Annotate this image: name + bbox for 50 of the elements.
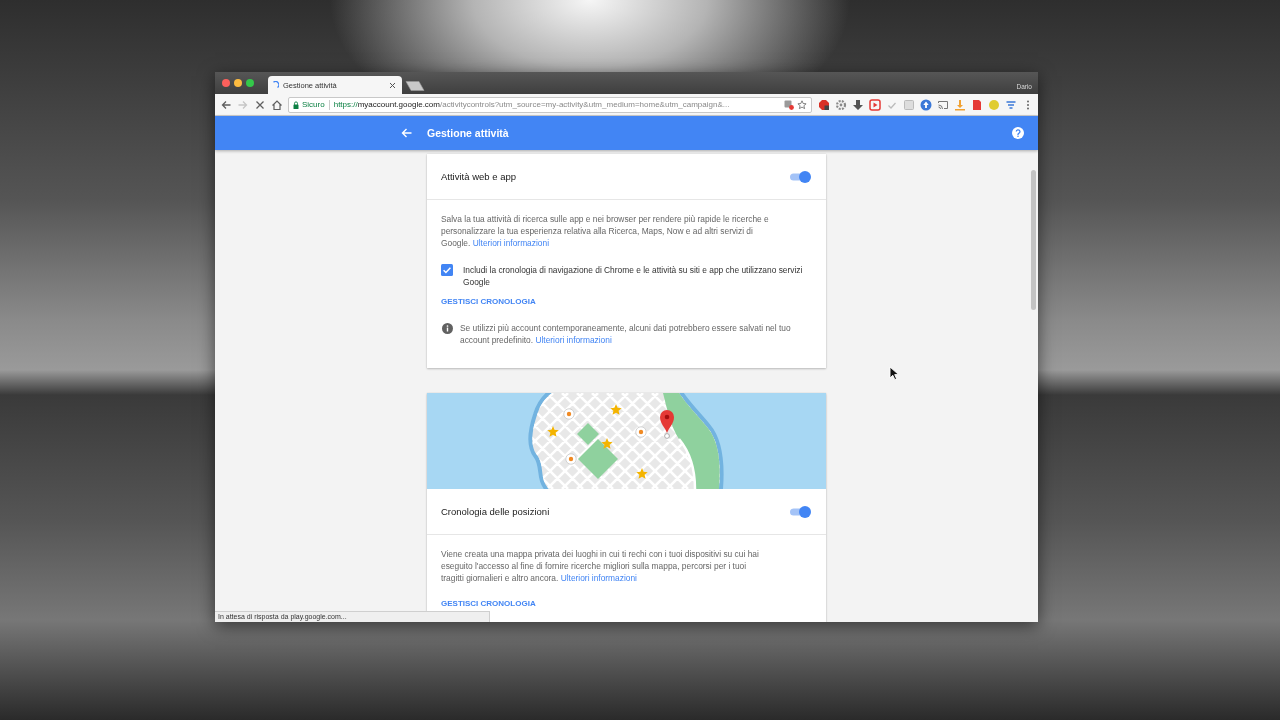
more-info-link[interactable]: Ulteriori informazioni (472, 238, 549, 248)
close-window-icon[interactable] (222, 79, 230, 87)
manage-history-link[interactable]: GESTISCI CRONOLOGIA (441, 598, 536, 610)
description-text: Salva la tua attività di ricerca sulle app e nei browser per rendere più rapide le ricerche e personalizzare la tua esperienza relativa alla Ricerca, Maps, Now e ad altri servizi di Google. Ulteriori informazioni (441, 213, 770, 249)
octagon-icon[interactable] (818, 98, 830, 111)
description-text: Viene creata una mappa privata dei luoghi in cui ti rechi con i tuoi dispositivi su cui hai eseguito l'accesso al fine di fornire ricerche migliori sulla mappa, percorsi per i tuoi tragitti giornalieri e altro ancora. Ulteriori informazioni (441, 548, 760, 584)
card-title: Cronologia delle posizioni (441, 506, 550, 517)
play-square-icon[interactable] (869, 98, 881, 111)
card-title: Attività web e app (441, 171, 516, 182)
checkbox-label: Includi la cronologia di navigazione di Chrome e le attività su siti e app che utilizzano servizi Google (463, 264, 804, 288)
cast-icon[interactable] (937, 98, 949, 111)
bookmark-star-icon[interactable] (797, 99, 807, 110)
new-tab-button[interactable] (405, 81, 425, 91)
place-marker-icon (635, 426, 647, 438)
url-text: https://myaccount.google.com/activitycontrols?utm_source=my-activity&utm_medium=home&utm_campaign&... (333, 100, 731, 109)
star-icon (636, 468, 648, 479)
page-title: Gestione attività (427, 127, 510, 139)
back-arrow-icon[interactable] (401, 128, 412, 138)
star-icon (610, 404, 622, 415)
info-icon (442, 323, 453, 334)
toggle-switch[interactable] (788, 169, 812, 184)
dashed-ring-icon[interactable] (835, 98, 847, 111)
manage-history-link[interactable]: GESTISCI CRONOLOGIA (441, 296, 536, 308)
more-info-link[interactable]: Ulteriori informazioni (535, 335, 612, 345)
scrollbar-thumb[interactable] (1031, 170, 1036, 310)
note-text: Se utilizzi più account contemporaneamente, alcuni dati potrebbero essere salvati nel tuo account predefinito. Ulteriori informazioni (460, 322, 792, 346)
zoom-window-icon[interactable] (246, 79, 254, 87)
back-arrow-icon[interactable] (220, 98, 232, 111)
tile-badge-icon[interactable] (784, 99, 794, 110)
address-bar[interactable]: Sicuro https://myaccount.google.com/activitycontrols?utm_source=my-activity&utm_medium=home&utm_campaign&... (288, 96, 812, 113)
place-marker-icon (563, 408, 575, 420)
stop-icon[interactable] (254, 98, 266, 111)
place-marker-icon (565, 453, 577, 465)
filter-lines-icon[interactable] (1005, 98, 1017, 111)
download-arrow-icon[interactable] (852, 98, 864, 111)
map-pin-icon (660, 410, 674, 439)
home-icon[interactable] (271, 98, 283, 111)
security-label: Sicuro (302, 100, 325, 109)
minimize-window-icon[interactable] (234, 79, 242, 87)
star-icon (547, 426, 559, 437)
help-icon[interactable] (1012, 127, 1024, 139)
toggle-switch[interactable] (788, 504, 812, 519)
upload-circle-icon[interactable] (920, 98, 932, 111)
mouse-pointer-icon (889, 366, 900, 381)
star-icon (601, 438, 613, 449)
tab-close-icon[interactable] (389, 81, 396, 89)
lock-icon (293, 100, 299, 109)
more-info-link[interactable]: Ulteriori informazioni (560, 573, 637, 583)
checkbox[interactable] (441, 264, 453, 276)
document-icon[interactable] (971, 98, 983, 111)
